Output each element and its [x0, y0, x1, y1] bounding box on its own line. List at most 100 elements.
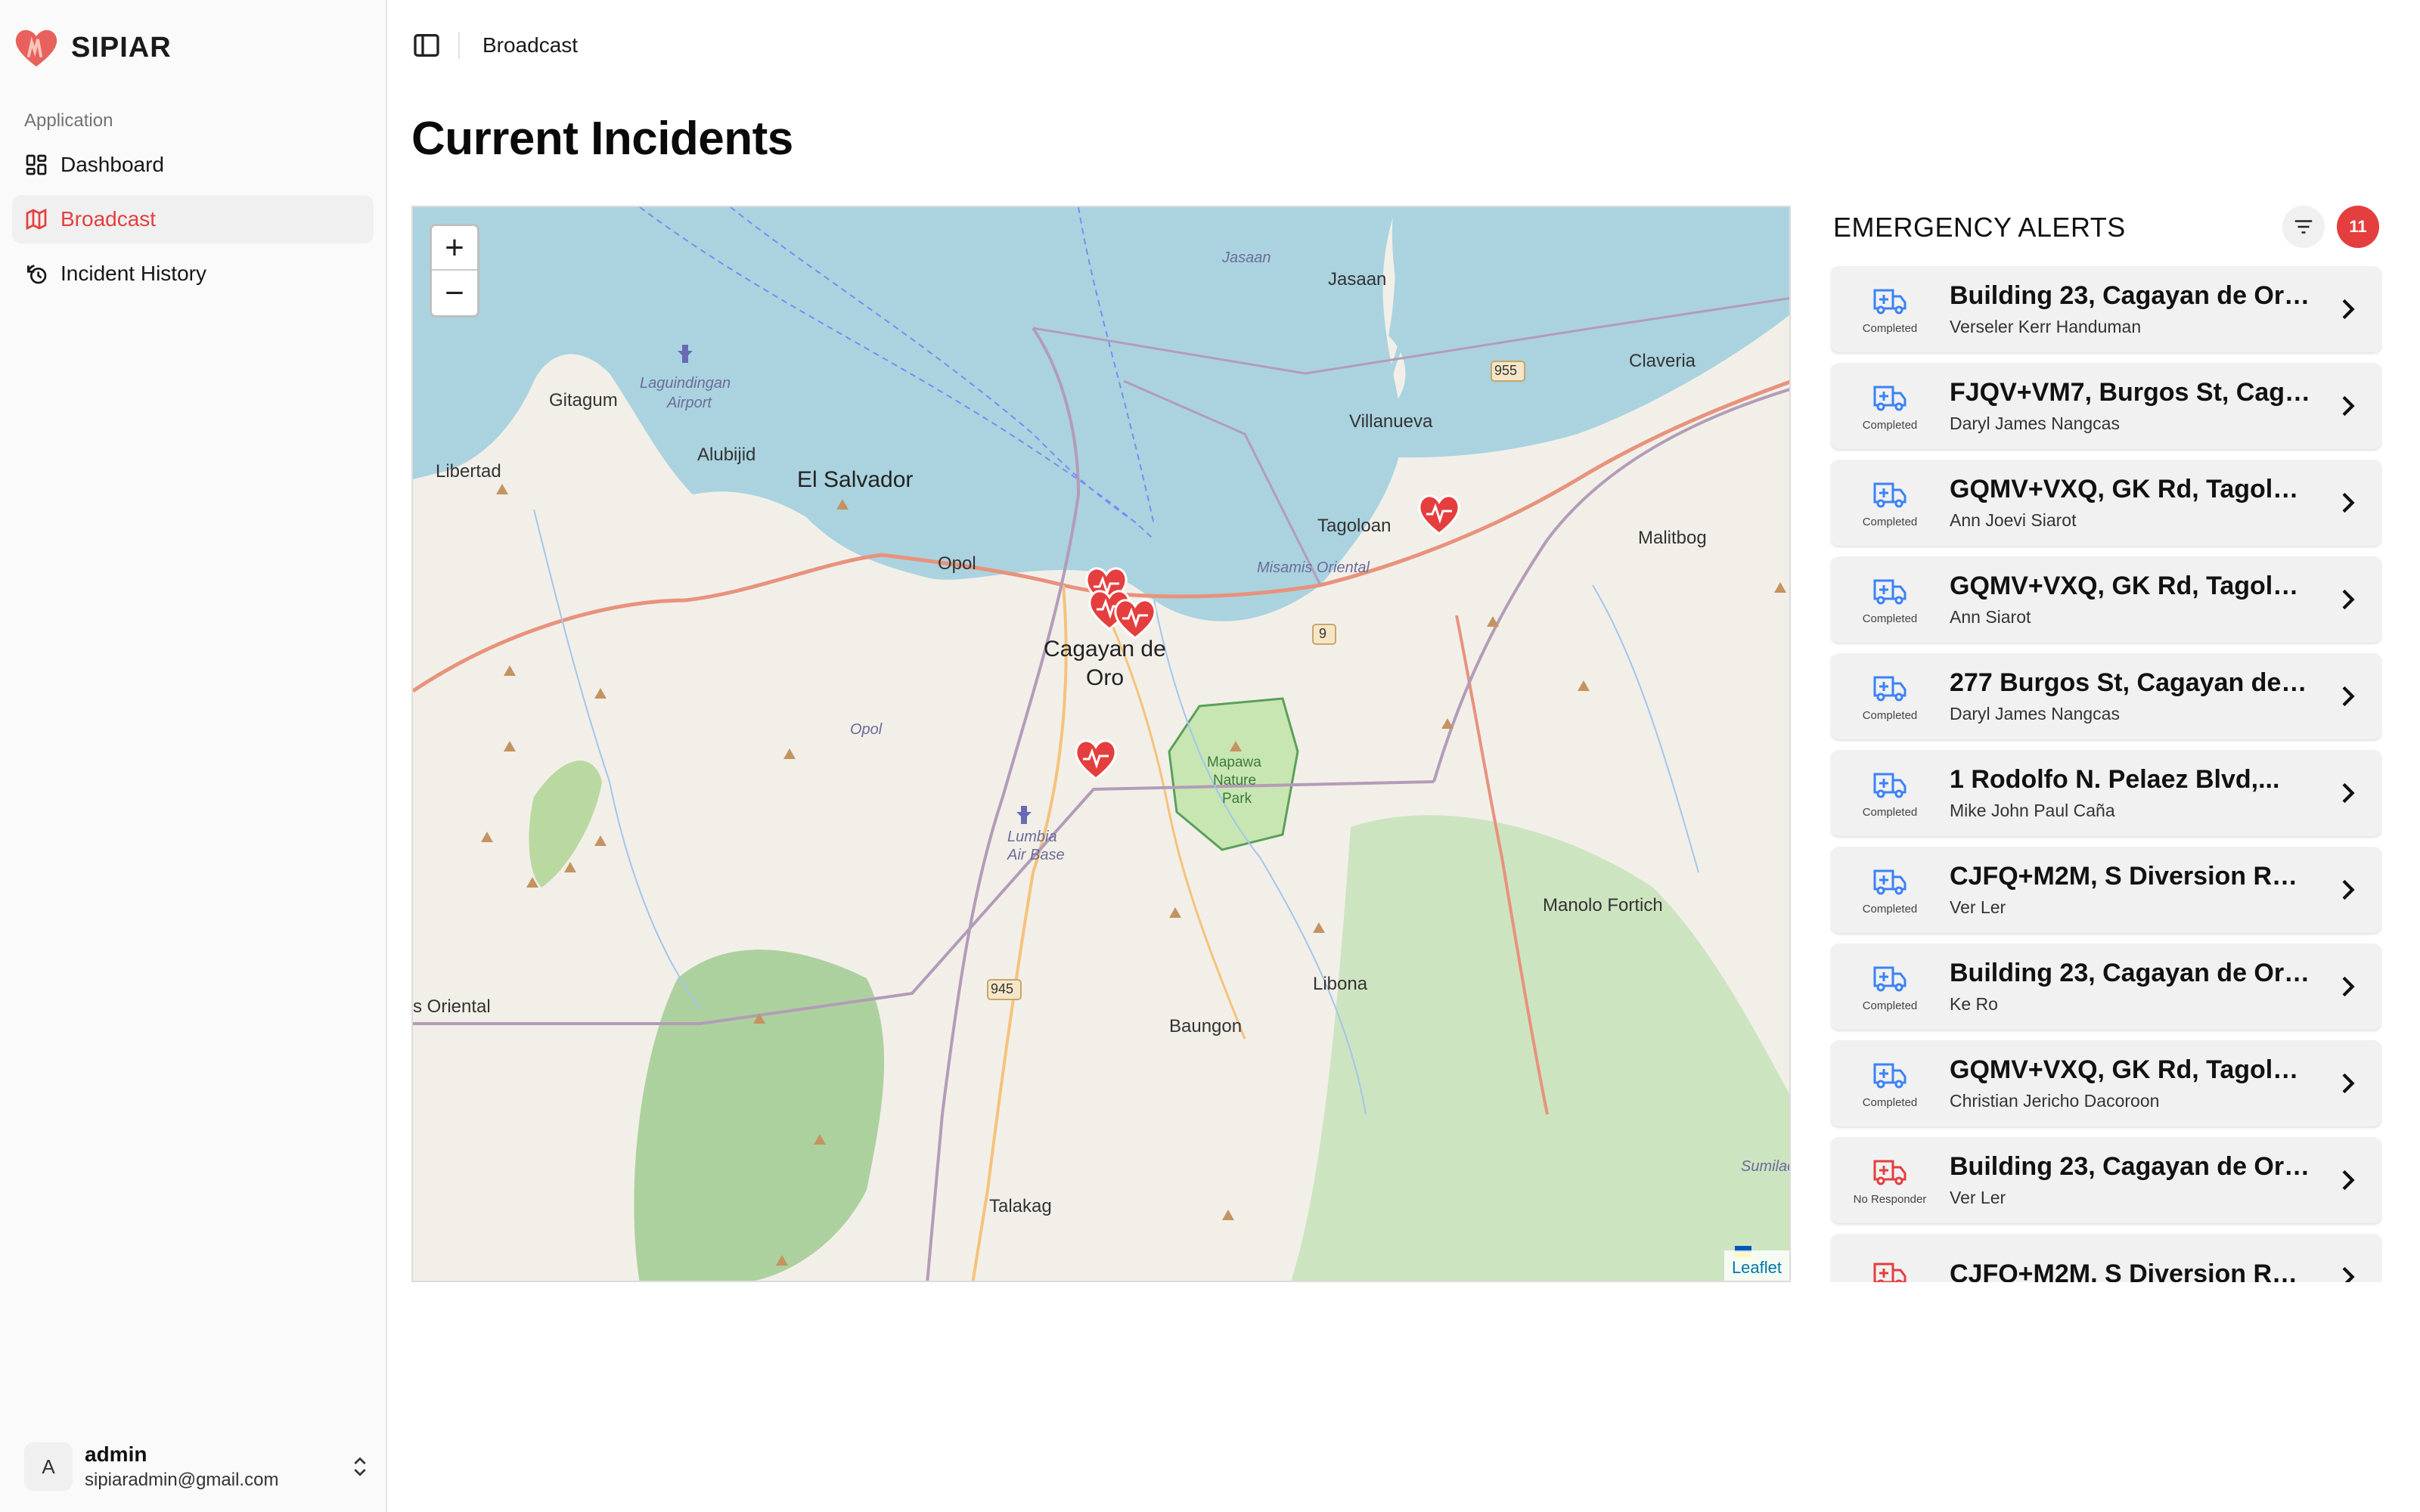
chevron-right-icon[interactable]	[2332, 294, 2363, 324]
alert-status: Completed	[1830, 865, 1950, 916]
alert-status: Completed	[1830, 671, 1950, 722]
alert-person: Ann Joevi Siarot	[1950, 510, 2077, 530]
alert-list[interactable]: Completed Building 23, Cagayan de Oro,...…	[1830, 266, 2382, 1282]
brand[interactable]: SIPIAR	[12, 26, 172, 70]
alert-status: No Responder	[1830, 1155, 1950, 1206]
incident-marker-icon[interactable]	[1416, 490, 1463, 537]
alert-address: GQMV+VXQ, GK Rd, Tagoloan,...	[1950, 1055, 2313, 1084]
alert-address: Building 23, Cagayan de Oro,...	[1950, 1152, 2313, 1181]
road-number: 945	[991, 981, 1014, 996]
sipiar-logo-icon	[15, 29, 57, 67]
chevron-right-icon[interactable]	[2332, 488, 2363, 518]
nav-group-label: Application	[24, 110, 113, 131]
chevron-right-icon[interactable]	[2332, 1262, 2363, 1282]
alert-card[interactable]: Completed GQMV+VXQ, GK Rd, Tagoloan,... An…	[1830, 556, 2382, 643]
incident-marker-icon[interactable]	[1112, 594, 1159, 641]
alert-person: Verseler Kerr Handuman	[1950, 317, 2142, 336]
ambulance-icon	[1873, 579, 1907, 604]
alert-card[interactable]: No Responder Building 23, Cagayan de Oro,…	[1830, 1137, 2382, 1223]
alert-status: Completed	[1830, 1058, 1950, 1109]
alert-person: Ke Ro	[1950, 994, 1998, 1014]
ambulance-icon	[1873, 773, 1907, 798]
filter-button[interactable]	[2282, 206, 2325, 248]
alert-card[interactable]: Completed Building 23, Cagayan de Oro,...…	[1830, 943, 2382, 1030]
chevron-right-icon[interactable]	[2332, 391, 2363, 421]
map-label: Baungon	[1169, 1016, 1243, 1036]
map-label: Lumbia	[1007, 829, 1057, 845]
alert-card[interactable]: Completed 1 Rodolfo N. Pelaez Blvd,... Mik…	[1830, 750, 2382, 836]
alert-card[interactable]: Completed CJFQ+M2M, S Diversion Rd,... Ver…	[1830, 847, 2382, 933]
chevron-right-icon[interactable]	[2332, 1165, 2363, 1195]
zoom-in-button[interactable]: +	[432, 226, 477, 271]
zoom-out-button[interactable]: −	[432, 271, 477, 315]
chevron-right-icon[interactable]	[2332, 778, 2363, 808]
alert-count-badge: 11	[2337, 206, 2379, 248]
alert-person: Daryl James Nangcas	[1950, 414, 2120, 433]
chevrons-up-down-icon	[354, 1457, 366, 1476]
alert-status: Completed	[1830, 575, 1950, 625]
map-icon	[26, 208, 47, 231]
map-label: Libona	[1313, 974, 1368, 994]
user-email: sipiaradmin@gmail.com	[85, 1470, 279, 1490]
ambulance-icon	[1873, 1263, 1907, 1282]
map-label: Sumilao	[1741, 1158, 1791, 1175]
alert-address: GQMV+VXQ, GK Rd, Tagoloan,...	[1950, 475, 2313, 503]
alert-card[interactable]: CJFQ+M2M, S Diversion Rd,...	[1830, 1234, 2382, 1282]
incident-marker-icon[interactable]	[1072, 735, 1119, 782]
map-attribution[interactable]: Leaflet	[1723, 1250, 1789, 1281]
sidebar-item-broadcast[interactable]: Broadcast	[12, 195, 374, 243]
chevron-right-icon[interactable]	[2332, 681, 2363, 711]
map-label: Jasaan	[1328, 269, 1387, 290]
status-text: No Responder	[1853, 1192, 1927, 1206]
ambulance-icon	[1873, 966, 1907, 991]
ambulance-icon	[1873, 676, 1907, 701]
alert-person: Ann Siarot	[1950, 607, 2031, 627]
ambulance-icon	[1873, 386, 1907, 411]
ambulance-icon	[1873, 869, 1907, 894]
alert-status: Completed	[1830, 478, 1950, 528]
sidebar-item-incident-history[interactable]: Incident History	[12, 249, 374, 298]
chevron-right-icon[interactable]	[2332, 875, 2363, 905]
leaflet-link[interactable]: Leaflet	[1732, 1258, 1782, 1278]
road-number: 9	[1319, 626, 1327, 641]
alert-card[interactable]: Completed GQMV+VXQ, GK Rd, Tagoloan,... An…	[1830, 460, 2382, 546]
alert-person: Daryl James Nangcas	[1950, 704, 2120, 723]
map-label: Alubijid	[697, 445, 756, 465]
user-menu[interactable]: A admin sipiaradmin@gmail.com	[24, 1438, 372, 1495]
ambulance-icon	[1873, 482, 1907, 507]
alert-status: Completed	[1830, 768, 1950, 819]
map-label: Gitagum	[549, 390, 618, 411]
alert-status: Completed	[1830, 284, 1950, 335]
dashboard-icon	[26, 154, 47, 175]
alert-card[interactable]: Completed Building 23, Cagayan de Oro,...…	[1830, 266, 2382, 352]
chevron-right-icon[interactable]	[2332, 584, 2363, 615]
divider	[458, 32, 460, 59]
chevron-right-icon[interactable]	[2332, 971, 2363, 1002]
alert-card[interactable]: Completed FJQV+VM7, Burgos St, Cagayan...…	[1830, 363, 2382, 449]
map-label: Malitbog	[1638, 528, 1707, 548]
alert-address: Building 23, Cagayan de Oro,...	[1950, 959, 2313, 987]
map-label: Claveria	[1629, 351, 1696, 371]
map-label: Opol	[850, 721, 883, 738]
alert-person: Christian Jericho Dacoroon	[1950, 1091, 2160, 1111]
app-name: SIPIAR	[71, 31, 172, 64]
sidebar-item-dashboard[interactable]: Dashboard	[12, 141, 374, 189]
sidebar-nav: Dashboard Broadcast Incident History	[12, 141, 374, 304]
map-label: Airport	[667, 395, 712, 411]
map-label: s Oriental	[413, 996, 491, 1017]
incident-map[interactable]: + − Jasaan Jasaan Laguindingan Airport G…	[411, 206, 1791, 1282]
chevron-right-icon[interactable]	[2332, 1068, 2363, 1098]
sidebar-item-label: Dashboard	[60, 153, 164, 176]
map-label: Misamis Oriental	[1257, 559, 1370, 576]
sidebar-item-label: Broadcast	[60, 207, 157, 231]
sidebar-toggle-icon[interactable]	[411, 30, 442, 60]
alert-person: Mike John Paul Caña	[1950, 801, 2115, 820]
map-label: Oro	[1086, 665, 1125, 690]
ambulance-icon	[1873, 1063, 1907, 1088]
alert-card[interactable]: Completed GQMV+VXQ, GK Rd, Tagoloan,... Ch…	[1830, 1040, 2382, 1126]
map-label: Park	[1222, 791, 1252, 807]
avatar: A	[24, 1442, 73, 1491]
status-text: Completed	[1862, 708, 1918, 722]
alert-card[interactable]: Completed 277 Burgos St, Cagayan de Oro,.…	[1830, 653, 2382, 739]
breadcrumb: Broadcast	[482, 33, 579, 57]
